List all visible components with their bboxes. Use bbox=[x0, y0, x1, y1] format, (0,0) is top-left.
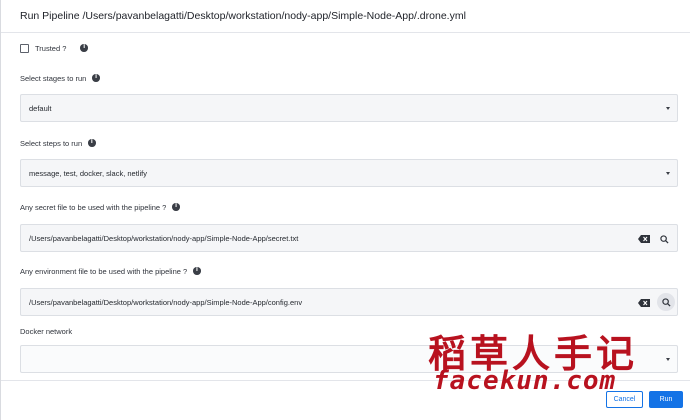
info-icon[interactable]: i bbox=[172, 203, 180, 211]
trusted-checkbox[interactable] bbox=[20, 43, 29, 53]
backspace-clear-icon[interactable] bbox=[638, 235, 650, 243]
docker-network-label: Docker network bbox=[20, 326, 73, 336]
chevron-down-icon[interactable] bbox=[666, 358, 670, 361]
secret-file-label: Any secret file to be used with the pipe… bbox=[20, 202, 167, 212]
dialog-title: Run Pipeline /Users/pavanbelagatti/Deskt… bbox=[20, 10, 466, 22]
info-icon[interactable]: i bbox=[193, 267, 201, 275]
env-file-label: Any environment file to be used with the… bbox=[20, 266, 188, 276]
trusted-label: Trusted ? bbox=[35, 43, 67, 53]
run-pipeline-dialog: Run Pipeline /Users/pavanbelagatti/Deskt… bbox=[0, 0, 690, 420]
dialog-header: Run Pipeline /Users/pavanbelagatti/Deskt… bbox=[1, 0, 690, 33]
stages-select[interactable]: default bbox=[20, 94, 678, 122]
steps-label: Select steps to run bbox=[20, 138, 83, 148]
backspace-clear-icon[interactable] bbox=[638, 299, 650, 307]
info-icon[interactable]: i bbox=[88, 139, 96, 147]
search-icon[interactable] bbox=[657, 232, 671, 246]
env-file-value: /Users/pavanbelagatti/Desktop/workstatio… bbox=[29, 297, 303, 307]
search-icon[interactable] bbox=[657, 293, 675, 311]
env-file-field[interactable]: /Users/pavanbelagatti/Desktop/workstatio… bbox=[20, 288, 678, 316]
stages-value: default bbox=[29, 103, 52, 113]
steps-select[interactable]: message, test, docker, slack, netlify bbox=[20, 159, 678, 187]
steps-label-row: Select steps to run i bbox=[20, 137, 96, 149]
secret-file-label-row: Any secret file to be used with the pipe… bbox=[20, 201, 180, 213]
info-icon[interactable]: i bbox=[92, 74, 100, 82]
run-button[interactable]: Run bbox=[649, 391, 683, 408]
watermark-url: facekun.com bbox=[433, 366, 617, 396]
trusted-row: Trusted ? i bbox=[20, 42, 88, 54]
steps-value: message, test, docker, slack, netlify bbox=[29, 168, 147, 178]
env-file-label-row: Any environment file to be used with the… bbox=[20, 265, 201, 277]
info-icon[interactable]: i bbox=[80, 44, 88, 52]
stages-label-row: Select stages to run i bbox=[20, 72, 100, 84]
chevron-down-icon[interactable] bbox=[666, 107, 670, 110]
docker-network-label-row: Docker network bbox=[20, 325, 72, 337]
secret-file-value: /Users/pavanbelagatti/Desktop/workstatio… bbox=[29, 233, 299, 243]
chevron-down-icon[interactable] bbox=[666, 172, 670, 175]
secret-file-field[interactable]: /Users/pavanbelagatti/Desktop/workstatio… bbox=[20, 224, 678, 252]
stages-label: Select stages to run bbox=[20, 73, 87, 83]
